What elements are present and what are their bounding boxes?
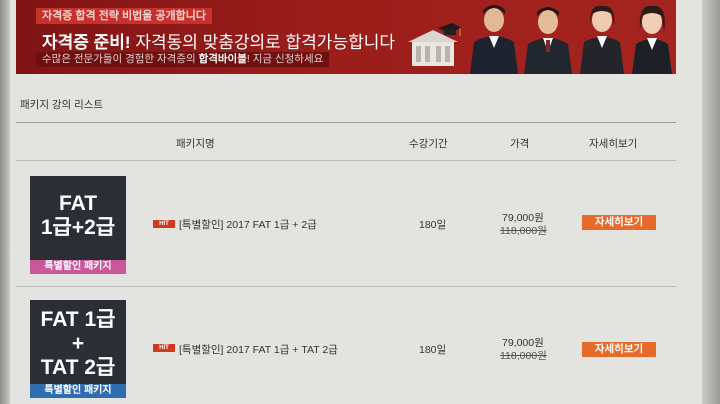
banner-sub-pre: 수많은 전문가들이 경험한 자격증의 bbox=[42, 53, 199, 65]
package-name-link[interactable]: [특별할인] 2017 FAT 1급 + TAT 2급 bbox=[179, 342, 338, 357]
package-original-price: 118,000원 bbox=[500, 350, 547, 362]
screen-bezel-left bbox=[0, 0, 10, 404]
banner-sub-bold: 합격바이블 bbox=[198, 53, 247, 65]
row-divider bbox=[16, 286, 676, 287]
package-period: 180일 bbox=[419, 344, 447, 356]
package-period: 180일 bbox=[419, 219, 447, 231]
thumb-line: FAT 1급 bbox=[40, 308, 116, 331]
section-title: 패키지 강의 리스트 bbox=[20, 99, 104, 111]
detail-button[interactable]: 자세히보기 bbox=[582, 215, 656, 230]
col-header-detail: 자세히보기 bbox=[589, 138, 638, 150]
banner-subtext: 수많은 전문가들이 경험한 자격증의 합격바이블! 지금 신청하세요 bbox=[36, 52, 330, 67]
col-header-period: 수강기간 bbox=[409, 138, 448, 150]
table-top-border bbox=[16, 122, 676, 123]
promo-banner[interactable]: 자격증 합격 전략 비법을 공개합니다 자격증 준비! 자격동의 맞춤강의로 합… bbox=[16, 0, 676, 74]
header-divider bbox=[16, 160, 676, 161]
banner-headline-bold: 자격증 준비! bbox=[42, 33, 131, 52]
thumb-footer: 특별할인 패키지 bbox=[30, 260, 126, 274]
instructors-illustration bbox=[470, 5, 672, 74]
thumb-line: + bbox=[71, 332, 85, 355]
banner-tag: 자격증 합격 전략 비법을 공개합니다 bbox=[36, 8, 213, 24]
col-header-price: 가격 bbox=[510, 138, 530, 150]
thumb-line: TAT 2급 bbox=[40, 356, 116, 379]
thumb-line: FAT bbox=[58, 192, 98, 215]
page: 자격증 합격 전략 비법을 공개합니다 자격증 준비! 자격동의 맞춤강의로 합… bbox=[10, 0, 702, 404]
hit-badge: HIT bbox=[153, 220, 175, 228]
col-header-name: 패키지명 bbox=[176, 138, 215, 150]
hit-badge: HIT bbox=[153, 344, 175, 352]
thumb-footer: 특별할인 패키지 bbox=[30, 384, 126, 398]
package-thumbnail[interactable]: FAT 1급 + TAT 2급 특별할인 패키지 bbox=[30, 300, 126, 398]
thumb-line: 1급+2급 bbox=[40, 216, 116, 239]
package-original-price: 118,000원 bbox=[500, 225, 547, 237]
screen-bezel-right bbox=[702, 0, 720, 404]
school-building-icon bbox=[408, 23, 462, 66]
banner-headline-rest: 자격동의 맞춤강의로 합격가능합니다 bbox=[130, 33, 396, 52]
banner-headline: 자격증 준비! 자격동의 맞춤강의로 합격가능합니다 bbox=[42, 28, 395, 53]
package-thumbnail[interactable]: FAT 1급+2급 특별할인 패키지 bbox=[30, 176, 126, 274]
banner-sub-post: ! 지금 신청하세요 bbox=[246, 53, 324, 65]
package-name-link[interactable]: [특별할인] 2017 FAT 1급 + 2급 bbox=[179, 217, 317, 232]
detail-button[interactable]: 자세히보기 bbox=[582, 342, 656, 357]
